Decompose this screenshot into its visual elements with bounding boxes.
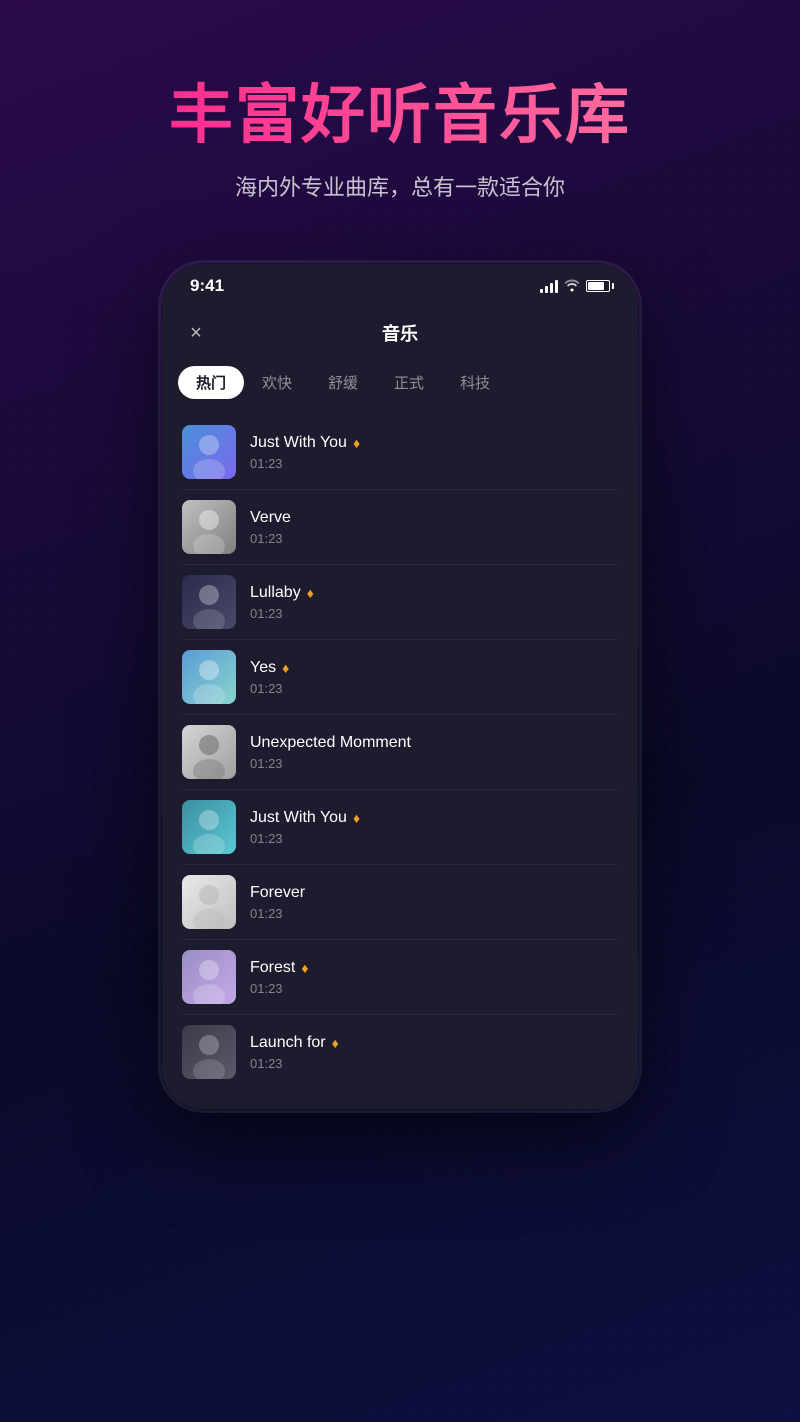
song-info: Verve 01:23 bbox=[250, 509, 618, 546]
list-item[interactable]: Lullaby ♦ 01:23 bbox=[162, 565, 638, 639]
song-info: Just With You ♦ 01:23 bbox=[250, 434, 618, 471]
song-duration: 01:23 bbox=[250, 906, 618, 921]
battery-icon bbox=[586, 280, 610, 292]
song-name: Just With You bbox=[250, 809, 347, 827]
song-name: Lullaby bbox=[250, 584, 301, 602]
list-item[interactable]: Forever 01:23 bbox=[162, 865, 638, 939]
song-duration: 01:23 bbox=[250, 981, 618, 996]
vip-icon: ♦ bbox=[353, 810, 360, 826]
song-name: Verve bbox=[250, 509, 291, 527]
song-name-row: Unexpected Momment bbox=[250, 734, 618, 752]
song-cover bbox=[182, 1025, 236, 1079]
song-name-row: Verve bbox=[250, 509, 618, 527]
song-info: Just With You ♦ 01:23 bbox=[250, 809, 618, 846]
page-wrapper: 丰富好听音乐库 海内外专业曲库，总有一款适合你 9:41 bbox=[0, 0, 800, 1111]
song-name-row: Just With You ♦ bbox=[250, 434, 618, 452]
tab-happy[interactable]: 欢快 bbox=[244, 366, 310, 399]
tab-formal[interactable]: 正式 bbox=[376, 366, 442, 399]
vip-icon: ♦ bbox=[307, 585, 314, 601]
song-cover bbox=[182, 725, 236, 779]
vip-icon: ♦ bbox=[332, 1035, 339, 1051]
song-name: Forest bbox=[250, 959, 295, 977]
song-info: Forever 01:23 bbox=[250, 884, 618, 921]
song-cover bbox=[182, 425, 236, 479]
vip-icon: ♦ bbox=[282, 660, 289, 676]
song-info: Forest ♦ 01:23 bbox=[250, 959, 618, 996]
signal-icon bbox=[540, 279, 558, 293]
status-time: 9:41 bbox=[190, 276, 224, 296]
close-button[interactable]: × bbox=[182, 319, 210, 347]
song-name-row: Launch for ♦ bbox=[250, 1034, 618, 1052]
vip-icon: ♦ bbox=[353, 435, 360, 451]
song-name: Forever bbox=[250, 884, 305, 902]
list-item[interactable]: Just With You ♦ 01:23 bbox=[162, 790, 638, 864]
list-item[interactable]: Forest ♦ 01:23 bbox=[162, 940, 638, 1014]
status-bar: 9:41 bbox=[162, 264, 638, 304]
song-cover bbox=[182, 500, 236, 554]
song-name-row: Forest ♦ bbox=[250, 959, 618, 977]
song-duration: 01:23 bbox=[250, 831, 618, 846]
list-item[interactable]: Just With You ♦ 01:23 bbox=[162, 415, 638, 489]
tab-hot[interactable]: 热门 bbox=[178, 366, 244, 399]
song-info: Launch for ♦ 01:23 bbox=[250, 1034, 618, 1071]
song-name: Launch for bbox=[250, 1034, 326, 1052]
song-duration: 01:23 bbox=[250, 756, 618, 771]
panel-title: 音乐 bbox=[382, 320, 418, 346]
song-name-row: Just With You ♦ bbox=[250, 809, 618, 827]
category-tabs: 热门 欢快 舒缓 正式 科技 bbox=[162, 362, 638, 411]
hero-title: 丰富好听音乐库 bbox=[169, 80, 631, 150]
song-name: Just With You bbox=[250, 434, 347, 452]
tab-tech[interactable]: 科技 bbox=[442, 366, 508, 399]
song-cover bbox=[182, 950, 236, 1004]
tab-soothe[interactable]: 舒缓 bbox=[310, 366, 376, 399]
song-duration: 01:23 bbox=[250, 531, 618, 546]
song-cover bbox=[182, 800, 236, 854]
song-duration: 01:23 bbox=[250, 1056, 618, 1071]
song-name-row: Lullaby ♦ bbox=[250, 584, 618, 602]
song-info: Lullaby ♦ 01:23 bbox=[250, 584, 618, 621]
list-item[interactable]: Unexpected Momment 01:23 bbox=[162, 715, 638, 789]
song-name-row: Forever bbox=[250, 884, 618, 902]
phone-frame: 9:41 bbox=[160, 262, 640, 1111]
song-duration: 01:23 bbox=[250, 456, 618, 471]
song-cover bbox=[182, 650, 236, 704]
vip-icon: ♦ bbox=[301, 960, 308, 976]
song-info: Yes ♦ 01:23 bbox=[250, 659, 618, 696]
song-cover bbox=[182, 875, 236, 929]
hero-subtitle: 海内外专业曲库，总有一款适合你 bbox=[235, 170, 565, 202]
song-duration: 01:23 bbox=[250, 681, 618, 696]
wifi-icon bbox=[564, 278, 580, 295]
list-item[interactable]: Launch for ♦ 01:23 bbox=[162, 1015, 638, 1089]
music-panel: × 音乐 热门 欢快 舒缓 正式 科技 bbox=[162, 304, 638, 1109]
list-item[interactable]: Verve 01:23 bbox=[162, 490, 638, 564]
song-cover bbox=[182, 575, 236, 629]
song-name: Yes bbox=[250, 659, 276, 677]
song-name: Unexpected Momment bbox=[250, 734, 411, 752]
status-icons bbox=[540, 278, 610, 295]
song-name-row: Yes ♦ bbox=[250, 659, 618, 677]
panel-header: × 音乐 bbox=[162, 304, 638, 362]
list-item[interactable]: Yes ♦ 01:23 bbox=[162, 640, 638, 714]
song-duration: 01:23 bbox=[250, 606, 618, 621]
song-list: Just With You ♦ 01:23 bbox=[162, 411, 638, 1109]
song-info: Unexpected Momment 01:23 bbox=[250, 734, 618, 771]
